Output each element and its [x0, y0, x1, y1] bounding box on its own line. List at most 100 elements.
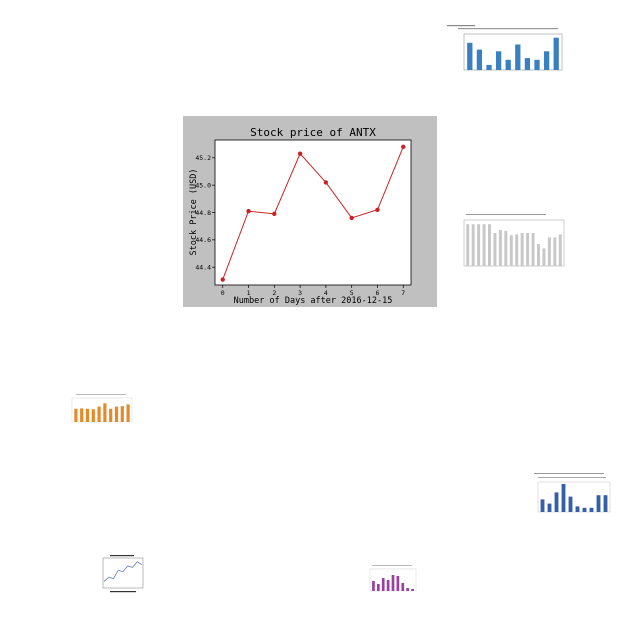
thumb-bottom-right-svg [534, 473, 611, 513]
thumb-top-right-svg [447, 25, 563, 71]
x-tick-label: 2 [272, 289, 276, 297]
x-tick-label: 4 [324, 289, 328, 297]
thumb-title-line [76, 394, 126, 395]
thumb-bar [80, 408, 84, 422]
thumb-bottom-right-chart [522, 470, 614, 532]
thumb-bar [553, 237, 557, 266]
thumb-bar [467, 42, 473, 70]
thumb-bar [120, 406, 124, 422]
thumb-bar [603, 495, 608, 512]
thumb-bar [114, 406, 119, 422]
thumb-title-line [372, 565, 412, 566]
y-tick-label: 44.8 [195, 209, 211, 217]
thumb-bar [547, 503, 552, 512]
thumb-bar [561, 484, 566, 512]
thumb-bar [386, 580, 390, 591]
thumb-bar [381, 578, 385, 591]
thumb-title-line [466, 214, 546, 215]
x-tick-label: 7 [401, 289, 405, 297]
thumb-bar [486, 64, 492, 70]
thumb-bar [396, 576, 400, 591]
x-tick-label: 3 [298, 289, 302, 297]
thumb-title-line [447, 25, 475, 27]
thumb-bar [109, 408, 113, 422]
thumb-bar [531, 233, 535, 266]
thumb-bar [376, 584, 380, 591]
thumb-bar [372, 581, 375, 591]
x-tick-label: 1 [247, 289, 251, 297]
y-tick-label: 44.4 [195, 264, 211, 272]
thumb-bar [74, 408, 78, 422]
thumb-bar [568, 496, 573, 512]
thumb-bar [466, 224, 470, 266]
data-point [323, 180, 329, 185]
main-chart-svg: Stock price of ANTX Number of Days after… [189, 126, 412, 306]
thumb-bar [582, 507, 587, 512]
thumb-bar [526, 233, 530, 266]
thumb-mid-right-svg [463, 214, 565, 267]
thumb-bar [471, 224, 475, 266]
y-tick-label: 45.0 [195, 181, 211, 189]
thumb-bar [85, 408, 90, 422]
thumb-bar [488, 224, 491, 266]
thumb-bottom-center-chart [364, 563, 418, 595]
thumb-bar [553, 37, 559, 70]
thumb-bottom-center-svg [369, 565, 417, 592]
thumb-bar [524, 58, 531, 70]
thumb-bar [596, 495, 601, 512]
thumb-bar [498, 229, 502, 266]
thumb-axis-line [110, 591, 136, 593]
thumb-bar [515, 44, 521, 70]
x-tick-label: 0 [221, 289, 225, 297]
data-point [375, 207, 380, 212]
thumb-mid-right-chart [446, 210, 568, 280]
x-tick-label: 5 [350, 289, 354, 297]
thumb-left-orange-svg [71, 394, 133, 423]
thumb-bar [493, 233, 497, 266]
y-tick-label: 44.6 [195, 236, 211, 244]
thumb-bar [540, 499, 545, 512]
thumb-bar [537, 244, 540, 266]
x-axis-label: Number of Days after 2016-12-15 [234, 296, 393, 306]
thumb-bar [406, 588, 410, 591]
x-tick-label: 6 [376, 289, 380, 297]
data-point [220, 277, 225, 282]
data-point [401, 144, 406, 150]
data-point [349, 215, 354, 221]
thumb-bar [411, 589, 414, 591]
thumb-title-line [538, 477, 606, 478]
thumb-bar [575, 506, 580, 512]
thumb-bar [477, 224, 481, 266]
thumb-bar [534, 59, 540, 70]
thumb-bar [558, 234, 562, 266]
thumb-bar [91, 409, 95, 422]
thumb-left-orange-chart [66, 392, 136, 434]
thumb-bar [505, 59, 511, 70]
data-point [246, 208, 251, 214]
data-point [297, 151, 303, 156]
thumb-bar [543, 51, 550, 70]
thumb-bar [547, 237, 551, 266]
thumb-bar [126, 404, 130, 422]
thumb-bar [97, 406, 101, 422]
plot-area [214, 139, 412, 286]
thumb-bar [495, 51, 502, 70]
thumb-bar [589, 507, 594, 512]
thumb-bar [476, 49, 483, 70]
thumb-bar [482, 224, 486, 266]
thumb-bar [391, 575, 395, 591]
chart-title: Stock price of ANTX [250, 126, 376, 139]
thumb-bar [509, 235, 513, 266]
main-chart-figure: Stock price of ANTX Number of Days after… [183, 116, 437, 307]
thumb-top-right-chart [444, 22, 570, 100]
thumb-bottom-left-chart [94, 552, 146, 594]
thumb-title-line [534, 473, 604, 474]
data-point [272, 211, 277, 217]
thumb-bar [515, 234, 519, 266]
y-tick-label: 45.2 [195, 154, 211, 162]
thumb-bar [542, 248, 546, 266]
thumb-bottom-left-svg [102, 555, 144, 593]
thumb-bar [504, 230, 508, 266]
thumb-title-line [110, 555, 134, 557]
thumb-bar [401, 583, 405, 591]
